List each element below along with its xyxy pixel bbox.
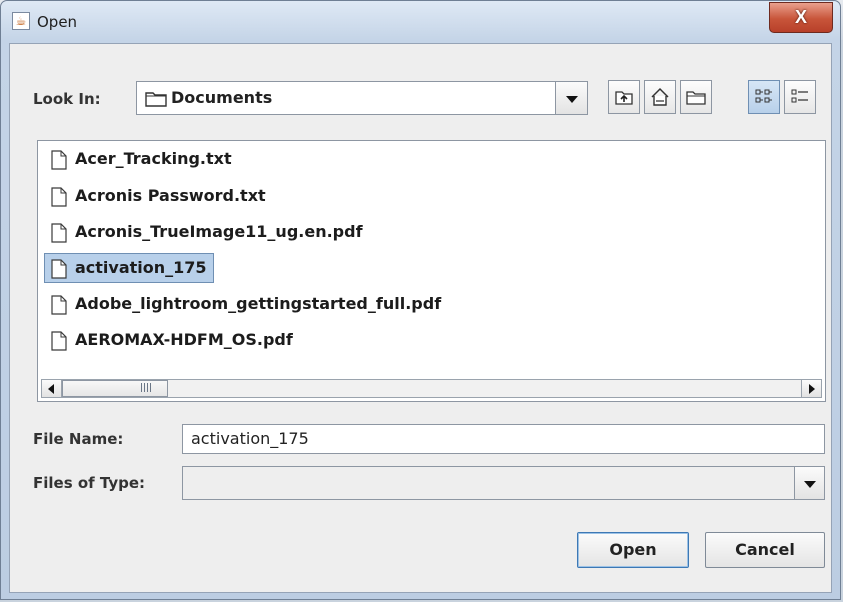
dialog-content: Look In: Documents Acer_Tracking.txt Acr… [9,43,832,593]
file-name: Acronis_TrueImage11_ug.en.pdf [75,222,363,241]
list-view-button[interactable] [748,80,780,114]
document-icon [51,295,67,315]
file-item[interactable]: AEROMAX-HDFM_OS.pdf [44,325,300,355]
file-name-label: File Name: [33,430,124,448]
open-button[interactable]: Open [577,532,689,568]
file-list[interactable]: Acer_Tracking.txt Acronis Password.txt A… [37,140,826,402]
close-button[interactable]: X [769,2,833,33]
look-in-dropdown-button[interactable] [555,82,587,114]
open-dialog: ☕ Open X Look In: Documents Acer_Trackin… [0,0,841,600]
home-icon [651,87,669,106]
file-name: Acronis Password.txt [75,186,266,205]
horizontal-scrollbar[interactable] [41,379,822,398]
up-one-level-button[interactable] [608,80,640,114]
home-button[interactable] [644,80,676,114]
arrow-left-icon [48,384,54,394]
look-in-label: Look In: [33,90,101,108]
files-of-type-dropdown-button[interactable] [794,467,824,499]
file-item[interactable]: Acer_Tracking.txt [44,144,239,174]
file-name: activation_175 [75,258,207,277]
document-icon [51,259,67,279]
folder-icon [145,92,167,107]
look-in-combo[interactable]: Documents [136,81,588,115]
scrollbar-grip-icon [141,383,151,392]
file-item[interactable]: Acronis Password.txt [44,181,273,211]
new-folder-icon [686,91,706,105]
list-view-icon [755,89,772,103]
file-item[interactable]: Adobe_lightroom_gettingstarted_full.pdf [44,289,448,319]
document-icon [51,150,67,170]
document-icon [51,331,67,351]
chevron-down-icon [566,96,578,103]
files-of-type-combo[interactable] [182,466,825,500]
details-view-icon [791,89,808,103]
file-name-input[interactable]: activation_175 [182,424,825,454]
file-name: AEROMAX-HDFM_OS.pdf [75,330,293,349]
scrollbar-thumb[interactable] [62,380,168,397]
new-folder-button[interactable] [680,80,712,114]
details-view-button[interactable] [784,80,816,114]
title-bar[interactable]: ☕ Open X [1,1,840,43]
file-name: Adobe_lightroom_gettingstarted_full.pdf [75,294,442,313]
look-in-value: Documents [171,88,273,107]
chevron-down-icon [804,481,816,488]
java-icon: ☕ [12,12,30,30]
scroll-left-button[interactable] [42,380,62,397]
arrow-right-icon [809,384,815,394]
window-title: Open [37,13,78,31]
document-icon [51,187,67,207]
file-name: Acer_Tracking.txt [75,149,232,168]
file-item-selected[interactable]: activation_175 [44,253,214,283]
files-of-type-label: Files of Type: [33,474,146,492]
document-icon [51,223,67,243]
file-item[interactable]: Acronis_TrueImage11_ug.en.pdf [44,217,370,247]
scroll-right-button[interactable] [801,380,821,397]
up-one-level-icon [615,91,633,105]
cancel-button[interactable]: Cancel [705,532,825,568]
